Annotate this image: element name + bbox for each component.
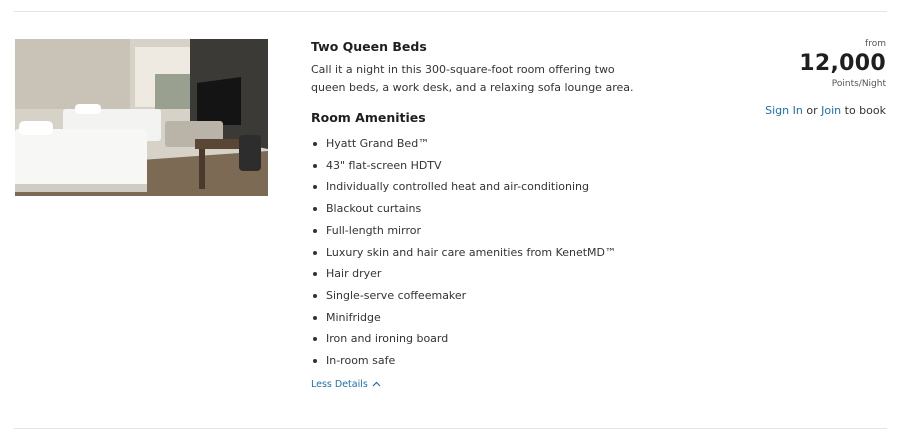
from-label: from [865, 39, 886, 49]
book-prompt: Sign In or Join to book [765, 104, 886, 117]
amenities-list: Hyatt Grand Bed™ 43" flat-screen HDTV In… [311, 133, 731, 372]
amenity-item: Hyatt Grand Bed™ [311, 133, 731, 155]
amenity-item: Full-length mirror [311, 220, 731, 242]
amenity-item: 43" flat-screen HDTV [311, 155, 731, 177]
amenity-item: Blackout curtains [311, 198, 731, 220]
bottom-divider [14, 428, 887, 429]
sign-in-link[interactable]: Sign In [765, 104, 803, 117]
amenity-item: In-room safe [311, 350, 731, 372]
room-details: Two Queen Beds Call it a night in this 3… [311, 38, 731, 391]
chevron-up-icon [372, 381, 381, 387]
amenity-item: Single-serve coffeemaker [311, 285, 731, 307]
amenity-item: Luxury skin and hair care amenities from… [311, 242, 731, 264]
amenity-item: Individually controlled heat and air-con… [311, 176, 731, 198]
amenity-item: Hair dryer [311, 263, 731, 285]
room-title: Two Queen Beds [311, 39, 427, 54]
points-value: 12,000 [799, 51, 886, 76]
amenity-item: Iron and ironing board [311, 328, 731, 350]
room-description: Call it a night in this 300-square-foot … [311, 63, 634, 94]
amenities-heading: Room Amenities [311, 110, 426, 125]
room-photo[interactable] [15, 39, 268, 196]
join-link[interactable]: Join [821, 104, 841, 117]
amenity-item: Minifridge [311, 307, 731, 329]
room-photo-image [15, 39, 268, 196]
or-label: or [806, 104, 818, 117]
top-divider [14, 11, 887, 12]
to-book-label: to book [844, 104, 886, 117]
less-details-link[interactable]: Less Details [311, 379, 381, 390]
less-details-label: Less Details [311, 378, 368, 390]
price-block: from 12,000 Points/Night Sign In or Join… [765, 38, 886, 117]
points-unit: Points/Night [831, 79, 886, 89]
